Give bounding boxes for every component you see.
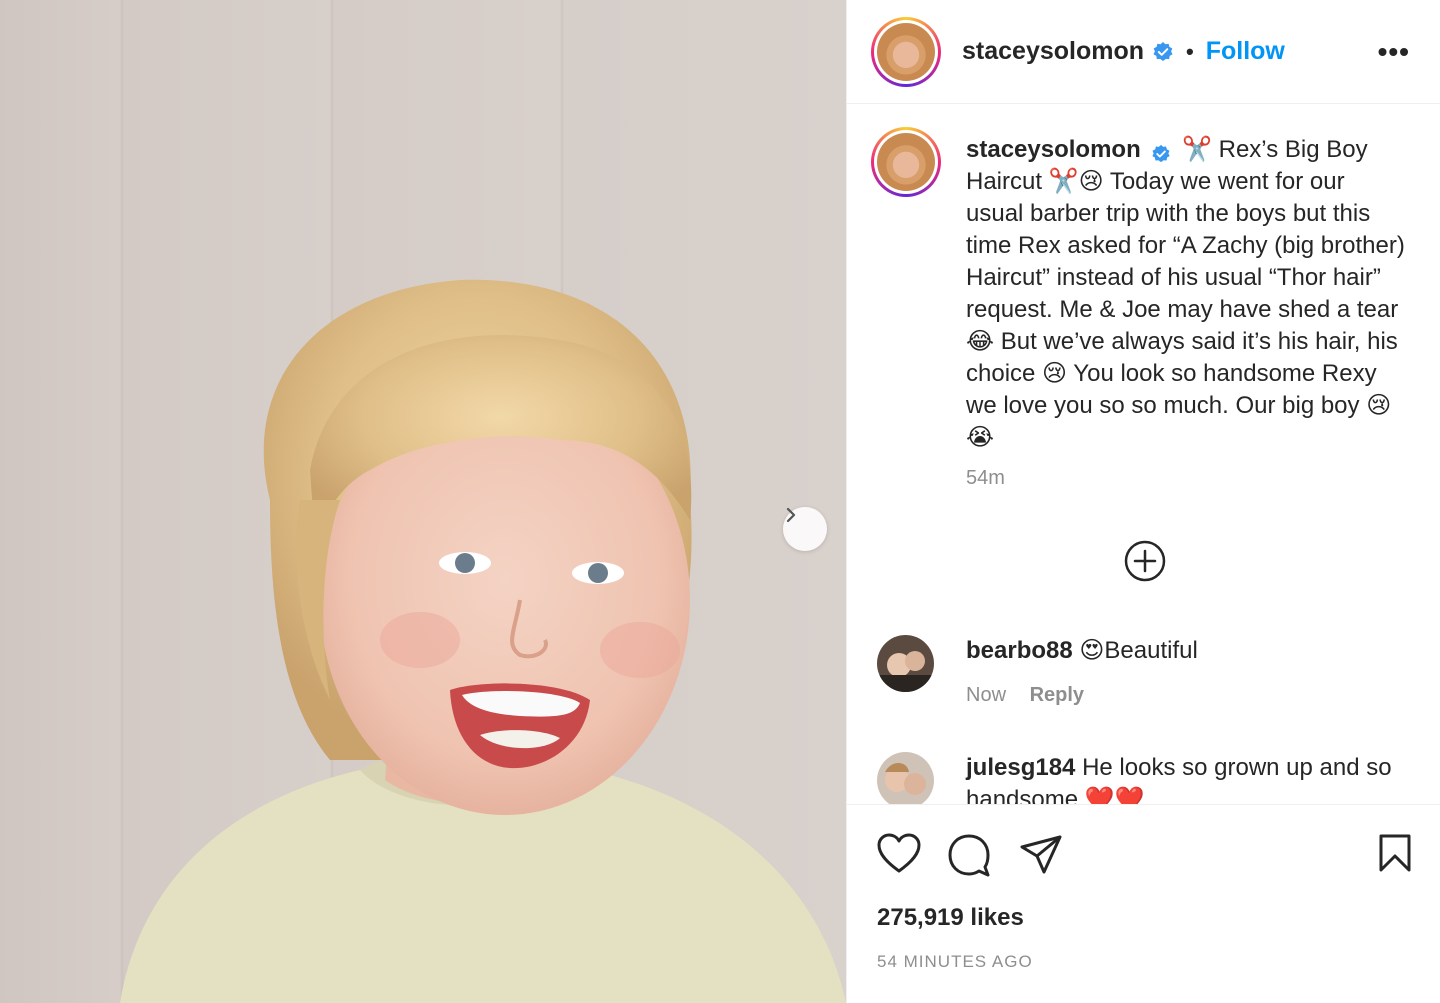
more-options-icon[interactable]: ••• (1378, 36, 1410, 68)
caption-text: ✂️ Rex’s Big Boy Haircut ✂️😢 Today we we… (966, 136, 1405, 451)
post-header: staceysolomon • Follow ••• (847, 0, 1440, 104)
comment-bubble-icon[interactable] (947, 833, 991, 882)
avatar[interactable] (871, 127, 941, 197)
heart-icon[interactable] (877, 833, 921, 880)
bookmark-icon[interactable] (1377, 833, 1413, 878)
verified-badge-icon (1152, 41, 1174, 63)
verified-badge-icon (1151, 141, 1171, 162)
comments-area[interactable]: staceysolomon ✂️ Rex’s Big Boy Haircut ✂… (847, 105, 1440, 805)
comment-username[interactable]: bearbo88 (966, 637, 1073, 664)
post-photo[interactable] (0, 0, 846, 1003)
avatar[interactable] (871, 16, 941, 87)
post-timestamp: 54 MINUTES AGO (877, 952, 1033, 971)
caption-timestamp: 54m (966, 467, 1005, 489)
photo-child-smiling (120, 279, 846, 1003)
comment-item: julesg184 He looks so grown up and so ha… (877, 752, 1406, 804)
post-sidebar: staceysolomon • Follow ••• staceysolomon… (846, 0, 1440, 1003)
load-more-comments-button[interactable] (1123, 539, 1167, 588)
caption: staceysolomon ✂️ Rex’s Big Boy Haircut ✂… (847, 105, 1440, 454)
comment-text: 😍Beautiful (1079, 637, 1198, 664)
reply-button[interactable]: Reply (1030, 684, 1084, 706)
action-bar (877, 833, 1411, 877)
avatar[interactable] (877, 635, 934, 692)
likes-count[interactable]: 275,919 likes (877, 904, 1024, 932)
plus-circle-icon (1123, 540, 1167, 587)
caption-username[interactable]: staceysolomon (966, 136, 1141, 163)
separator-dot: • (1186, 38, 1194, 64)
next-photo-button[interactable] (783, 507, 827, 551)
comment-time: Now (966, 684, 1007, 706)
paper-plane-icon[interactable] (1019, 833, 1063, 882)
avatar[interactable] (877, 752, 934, 804)
comment-item: bearbo88 😍Beautiful Now Reply (877, 635, 1406, 711)
comment-username[interactable]: julesg184 (966, 754, 1075, 781)
username-link[interactable]: staceysolomon (962, 37, 1144, 66)
follow-button[interactable]: Follow (1206, 37, 1285, 66)
